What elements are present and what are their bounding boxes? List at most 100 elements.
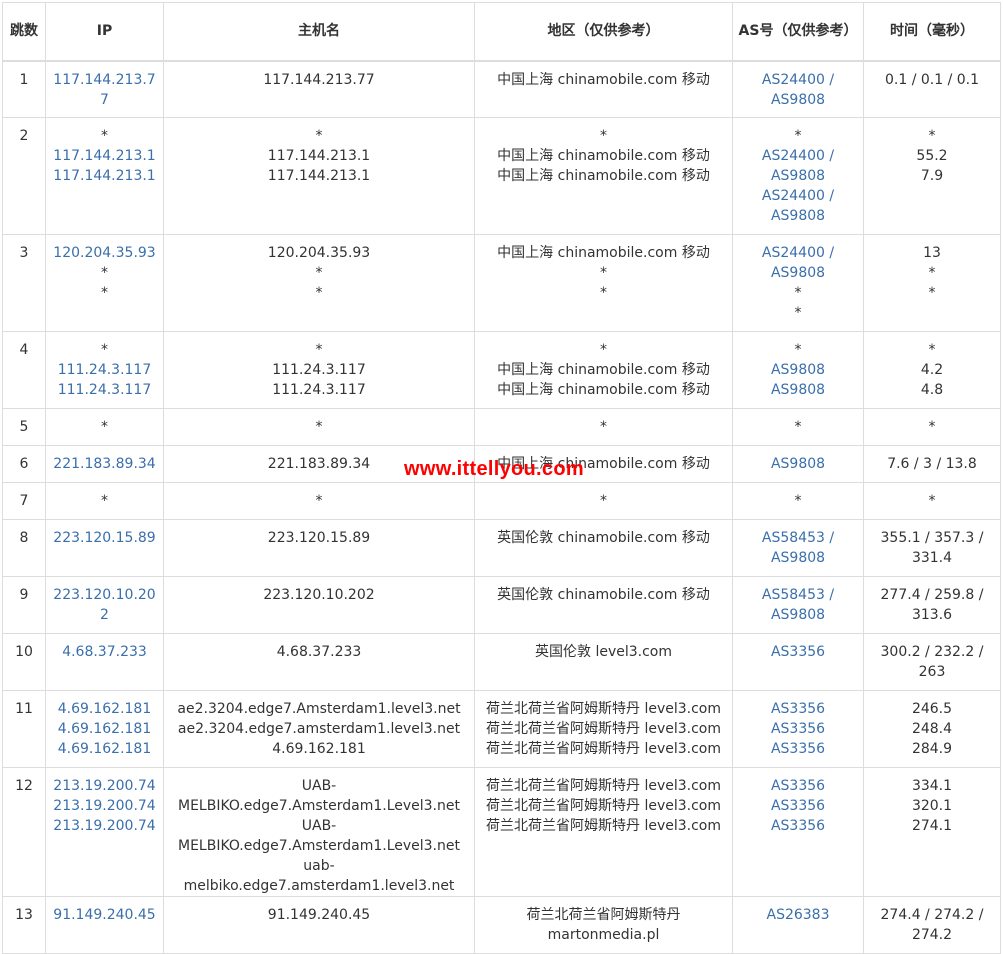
hop-number: 8 <box>19 530 29 546</box>
as-link[interactable]: AS58453 / <box>737 585 859 605</box>
cell-region: * <box>474 408 733 446</box>
cell-host: 117.144.213.77 <box>163 60 475 118</box>
region-text: martonmedia.pl <box>547 927 660 943</box>
hop-number: 9 <box>19 587 29 603</box>
region-text: 荷兰北荷兰省阿姆斯特丹 <box>526 907 681 923</box>
cell-region: 荷兰北荷兰省阿姆斯特丹 level3.com 荷兰北荷兰省阿姆斯特丹 level3… <box>474 767 733 897</box>
cell-region: 中国上海 chinamobile.com 移动 <box>474 60 733 118</box>
ip-link[interactable]: 117.144.213.1 <box>50 146 159 166</box>
region-text: * <box>600 419 607 435</box>
host-text: * <box>315 265 323 281</box>
as-link[interactable]: AS3356 <box>737 699 859 719</box>
cell-host: 120.204.35.93 * * <box>163 234 475 332</box>
cell-ip: 221.183.89.34 <box>45 445 164 483</box>
cell-time: 13 * * <box>863 234 1001 332</box>
cell-as: AS58453 /AS9808 <box>732 519 864 577</box>
as-link[interactable]: AS26383 <box>737 905 859 925</box>
region-text: 中国上海 chinamobile.com 移动 <box>497 168 710 184</box>
time-text: 274.2 <box>911 927 953 943</box>
cell-hop: 7 <box>2 482 46 520</box>
as-link[interactable]: AS3356 <box>737 776 859 796</box>
cell-host: ae2.3204.edge7.Amsterdam1.level3.net ae2.… <box>163 690 475 768</box>
cell-ip: 4.69.162.181 4.69.162.181 4.69.162.181 <box>45 690 164 768</box>
cell-time: 300.2 / 232.2 / 263 <box>863 633 1001 691</box>
as-link[interactable]: AS9808 <box>737 454 859 474</box>
ip-link[interactable]: 4.69.162.181 <box>50 739 159 759</box>
cell-time: 246.5 248.4 284.9 <box>863 690 1001 768</box>
cell-ip: 223.120.15.89 <box>45 519 164 577</box>
as-link[interactable]: AS3356 <box>737 816 859 836</box>
time-text: 334.1 <box>911 778 953 794</box>
as-link[interactable]: AS9808 <box>737 548 859 568</box>
ip-link[interactable]: 4.68.37.233 <box>50 642 159 662</box>
table-row: 4 * 111.24.3.117 111.24.3.117 * 111.24.3.117 1… <box>2 331 1001 409</box>
hop-number: 5 <box>19 419 29 435</box>
as-link[interactable]: AS9808 <box>737 605 859 625</box>
ip-link[interactable]: 120.204.35.93 <box>50 243 159 263</box>
time-text: * <box>928 265 936 281</box>
cell-hop: 10 <box>2 633 46 691</box>
ip-link[interactable]: 4.69.162.181 <box>50 719 159 739</box>
region-text: * <box>600 493 607 509</box>
cell-region: 荷兰北荷兰省阿姆斯特丹 level3.com 荷兰北荷兰省阿姆斯特丹 level3… <box>474 690 733 768</box>
region-text: * <box>600 128 607 144</box>
region-text: 荷兰北荷兰省阿姆斯特丹 level3.com <box>486 778 721 794</box>
time-text: * <box>928 493 936 509</box>
ip-link[interactable]: 221.183.89.34 <box>50 454 159 474</box>
ip-text: * <box>101 419 108 435</box>
region-text: 荷兰北荷兰省阿姆斯特丹 level3.com <box>486 701 721 717</box>
host-text: ae2.3204.edge7.amsterdam1.level3.net <box>177 721 461 737</box>
as-link[interactable]: AS9808 <box>737 206 859 226</box>
cell-hop: 4 <box>2 331 46 409</box>
cell-time: 7.6 / 3 / 13.8 <box>863 445 1001 483</box>
as-text: * <box>794 305 802 321</box>
ip-link[interactable]: 223.120.10.202 <box>50 585 159 625</box>
header-time: 时间（毫秒） <box>863 2 1001 62</box>
cell-region: 英国伦敦 chinamobile.com 移动 <box>474 576 733 634</box>
ip-link[interactable]: 91.149.240.45 <box>50 905 159 925</box>
ip-link[interactable]: 117.144.213.1 <box>50 166 159 186</box>
as-link[interactable]: AS58453 / <box>737 528 859 548</box>
table-row: 1 117.144.213.77 117.144.213.77 中国上海 chinam… <box>2 60 1001 118</box>
as-link[interactable]: AS3356 <box>737 796 859 816</box>
ip-link[interactable]: 223.120.15.89 <box>50 528 159 548</box>
cell-host: * 117.144.213.1 117.144.213.1 <box>163 117 475 235</box>
region-text: 中国上海 chinamobile.com 移动 <box>497 245 710 261</box>
cell-time: 0.1 / 0.1 / 0.1 <box>863 60 1001 118</box>
ip-link[interactable]: 111.24.3.117 <box>50 360 159 380</box>
as-link[interactable]: AS24400 / <box>737 70 859 90</box>
as-link[interactable]: AS24400 / <box>737 243 859 263</box>
as-link[interactable]: AS9808 <box>737 90 859 110</box>
cell-host: 4.68.37.233 <box>163 633 475 691</box>
as-link[interactable]: AS24400 / <box>737 146 859 166</box>
ip-text: * <box>101 128 108 144</box>
as-link[interactable]: AS9808 <box>737 166 859 186</box>
header-host: 主机名 <box>163 2 475 62</box>
table-row: 12 213.19.200.74 213.19.200.74 213.19.200.7… <box>2 767 1001 897</box>
host-text: UAB- <box>301 818 337 834</box>
as-link[interactable]: AS3356 <box>737 642 859 662</box>
cell-as: AS58453 /AS9808 <box>732 576 864 634</box>
host-text: * <box>315 493 323 509</box>
host-text: ae2.3204.edge7.Amsterdam1.level3.net <box>177 701 461 717</box>
host-text: 120.204.35.93 <box>267 245 371 261</box>
time-text: 284.9 <box>911 741 953 757</box>
as-link[interactable]: AS9808 <box>737 360 859 380</box>
as-text: * <box>794 285 802 301</box>
as-link[interactable]: AS24400 / <box>737 186 859 206</box>
ip-link[interactable]: 213.19.200.74 <box>50 816 159 836</box>
ip-link[interactable]: 117.144.213.77 <box>50 70 159 110</box>
as-link[interactable]: AS3356 <box>737 719 859 739</box>
as-link[interactable]: AS3356 <box>737 739 859 759</box>
ip-link[interactable]: 4.69.162.181 <box>50 699 159 719</box>
ip-link[interactable]: 111.24.3.117 <box>50 380 159 400</box>
cell-host: 223.120.10.202 <box>163 576 475 634</box>
as-link[interactable]: AS9808 <box>737 263 859 283</box>
time-text: * <box>928 342 936 358</box>
ip-link[interactable]: 213.19.200.74 <box>50 776 159 796</box>
region-text: 中国上海 chinamobile.com 移动 <box>497 456 710 472</box>
time-text: 7.6 / 3 / 13.8 <box>887 456 977 472</box>
ip-link[interactable]: 213.19.200.74 <box>50 796 159 816</box>
region-text: 中国上海 chinamobile.com 移动 <box>497 71 710 88</box>
as-link[interactable]: AS9808 <box>737 380 859 400</box>
